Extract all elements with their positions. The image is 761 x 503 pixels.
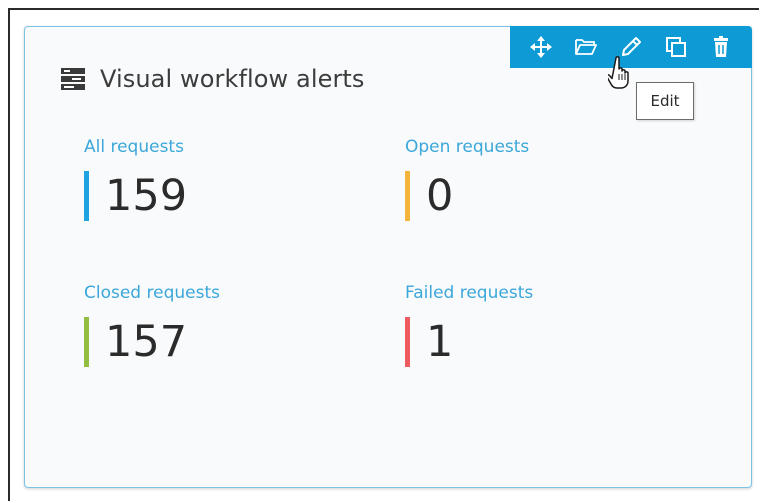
stat-closed-requests: Closed requests 157 [84, 283, 384, 367]
widget-title: Visual workflow alerts [100, 65, 365, 93]
move-button[interactable] [526, 32, 556, 62]
widget-header: Visual workflow alerts [60, 65, 365, 93]
stat-value-closed: 157 [105, 317, 188, 367]
workflow-icon [61, 68, 85, 90]
stat-failed-requests: Failed requests 1 [405, 283, 705, 367]
delete-button[interactable] [706, 32, 736, 62]
stat-value-open: 0 [426, 171, 454, 221]
stat-value-failed: 1 [426, 317, 454, 367]
stat-bar-all [84, 171, 89, 221]
stat-label-closed[interactable]: Closed requests [84, 283, 384, 303]
stat-bar-closed [84, 317, 89, 367]
stat-open-requests: Open requests 0 [405, 137, 705, 221]
stat-all-requests: All requests 159 [84, 137, 384, 221]
stat-label-all[interactable]: All requests [84, 137, 384, 157]
edit-tooltip: Edit [636, 82, 694, 120]
stat-label-open[interactable]: Open requests [405, 137, 705, 157]
stat-bar-open [405, 171, 410, 221]
stat-value-all: 159 [105, 171, 188, 221]
stat-bar-failed [405, 317, 410, 367]
folder-open-icon [574, 39, 597, 55]
move-icon [529, 36, 552, 58]
stat-label-failed[interactable]: Failed requests [405, 283, 705, 303]
copy-icon [666, 37, 687, 57]
trash-icon [714, 36, 729, 57]
open-folder-button[interactable] [571, 32, 601, 62]
duplicate-button[interactable] [661, 32, 691, 62]
hand-cursor-icon [608, 56, 629, 89]
